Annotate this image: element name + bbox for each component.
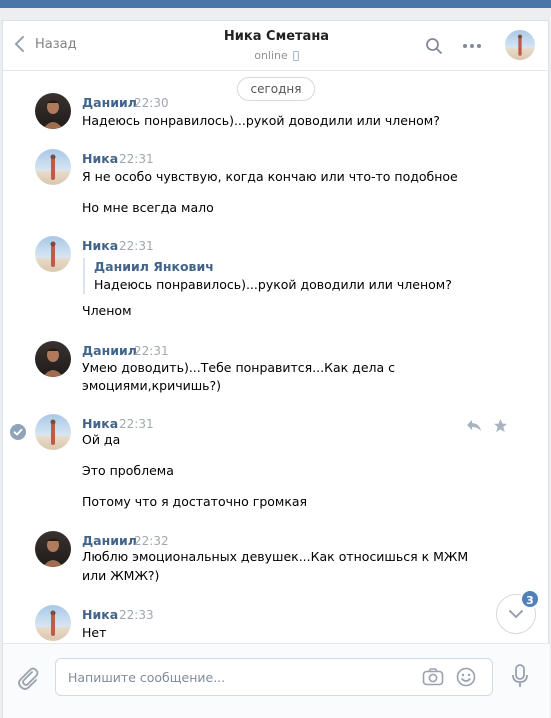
avatar[interactable] <box>35 149 71 185</box>
message-text: Это проблема <box>82 463 174 478</box>
message-text: Умею доводить)...Тебе понравится...Как д… <box>82 360 396 375</box>
message-text: Но мне всегда мало <box>82 200 214 215</box>
message-text: Я не особо чувствую, когда кончаю или чт… <box>82 169 458 184</box>
message-text: эмоциями,кричишь?) <box>82 378 222 393</box>
quote-text: Надеюсь понравилось)...рукой доводили ил… <box>94 277 452 292</box>
author-name[interactable]: Даниил <box>82 95 137 110</box>
beach-photo <box>35 414 71 450</box>
favorite-button[interactable] <box>493 418 508 437</box>
message-text: Потому что я достаточно громкая <box>82 494 308 509</box>
reply-icon <box>467 420 481 431</box>
avatar[interactable] <box>35 93 71 129</box>
top-accent-bar <box>0 0 551 8</box>
beach-photo <box>35 149 71 185</box>
message-text: Ой да <box>82 432 121 447</box>
voice-message-button[interactable] <box>511 664 529 692</box>
author-name[interactable]: Ника <box>82 238 118 253</box>
more-icon <box>463 44 481 48</box>
avatar[interactable] <box>35 531 71 567</box>
beach-photo <box>505 30 535 60</box>
emoji-button[interactable] <box>456 667 476 691</box>
message-text: Люблю эмоциональных девушек...Как относи… <box>82 549 469 564</box>
message-text: Надеюсь понравилось)...рукой доводили ил… <box>82 113 440 128</box>
avatar[interactable] <box>35 414 71 450</box>
microphone-icon <box>512 664 528 687</box>
beach-photo <box>35 236 71 272</box>
avatar[interactable] <box>35 605 71 641</box>
dark-avatar-photo <box>35 93 71 129</box>
message-time[interactable]: 22:31 <box>134 344 169 358</box>
message-time[interactable]: 22:30 <box>134 96 169 110</box>
beach-photo <box>35 605 71 641</box>
message-time[interactable]: 22:31 <box>119 239 154 253</box>
message-text: Членом <box>82 303 132 318</box>
check-icon[interactable] <box>10 424 26 440</box>
avatar[interactable] <box>35 341 71 377</box>
message-time[interactable]: 22:32 <box>134 534 169 548</box>
message-time[interactable]: 22:31 <box>119 152 154 166</box>
forwarded-quote[interactable]: Даниил Янкович Надеюсь понравилось)...ру… <box>83 258 452 294</box>
date-divider: сегодня <box>237 77 315 101</box>
message-text: или ЖМЖ?) <box>82 568 160 583</box>
camera-icon <box>422 668 444 686</box>
paperclip-icon <box>18 667 39 690</box>
search-icon <box>426 38 442 54</box>
author-name[interactable]: Ника <box>82 151 118 166</box>
star-icon <box>493 418 508 433</box>
message-composer <box>3 643 550 718</box>
chat-window: Назад Ника Сметана online сегодня Даниил… <box>2 20 550 718</box>
smile-icon <box>456 667 476 687</box>
avatar[interactable] <box>35 236 71 272</box>
attach-button[interactable] <box>17 666 39 694</box>
header-avatar[interactable] <box>505 30 535 60</box>
dark-avatar-photo <box>35 531 71 567</box>
message-text: Нет <box>82 625 107 640</box>
message-time[interactable]: 22:33 <box>119 608 154 622</box>
reply-button[interactable] <box>466 418 482 437</box>
author-name[interactable]: Ника <box>82 607 118 622</box>
dark-avatar-photo <box>35 341 71 377</box>
message-time[interactable]: 22:31 <box>119 417 154 431</box>
author-name[interactable]: Ника <box>82 416 118 431</box>
unread-badge[interactable]: 3 <box>520 589 540 609</box>
message-input[interactable] <box>68 659 398 695</box>
camera-button[interactable] <box>422 667 444 691</box>
more-button[interactable] <box>460 34 484 58</box>
chat-header: Назад Ника Сметана online <box>3 21 550 71</box>
search-button[interactable] <box>422 34 446 58</box>
author-name[interactable]: Даниил <box>82 533 137 548</box>
phone-icon <box>292 50 299 61</box>
quote-author[interactable]: Даниил Янкович <box>94 258 452 276</box>
message-input-box <box>55 658 493 696</box>
status-text: online <box>254 49 288 62</box>
chevron-down-icon <box>509 610 523 619</box>
author-name[interactable]: Даниил <box>82 343 137 358</box>
